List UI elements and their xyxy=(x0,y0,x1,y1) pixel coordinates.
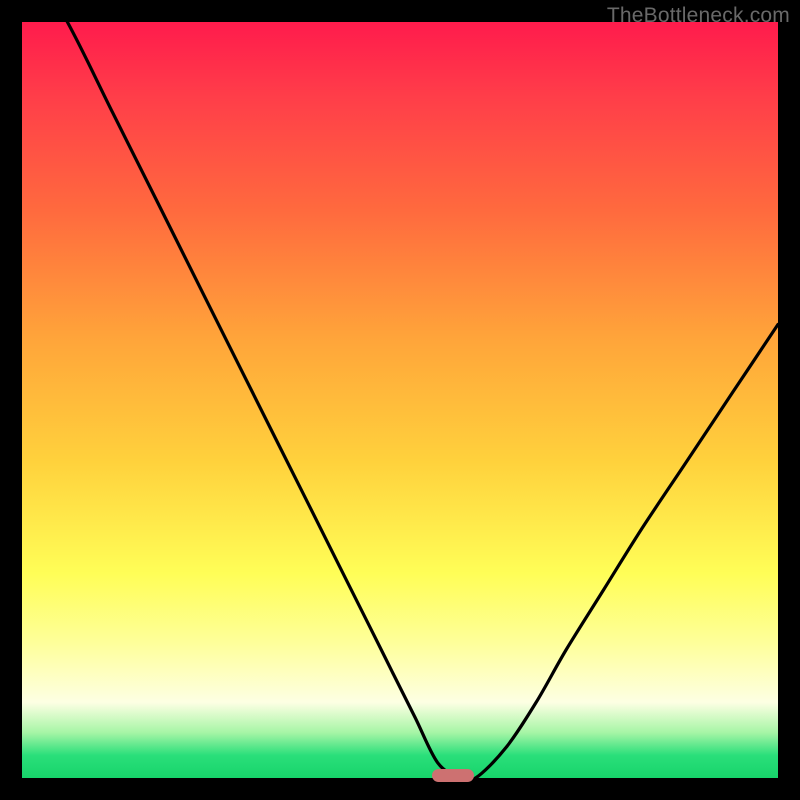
plot-area xyxy=(22,22,778,778)
watermark-text: TheBottleneck.com xyxy=(607,4,790,28)
chart-frame: TheBottleneck.com xyxy=(0,0,800,800)
optimum-marker xyxy=(432,769,474,782)
bottleneck-curve xyxy=(22,22,778,778)
